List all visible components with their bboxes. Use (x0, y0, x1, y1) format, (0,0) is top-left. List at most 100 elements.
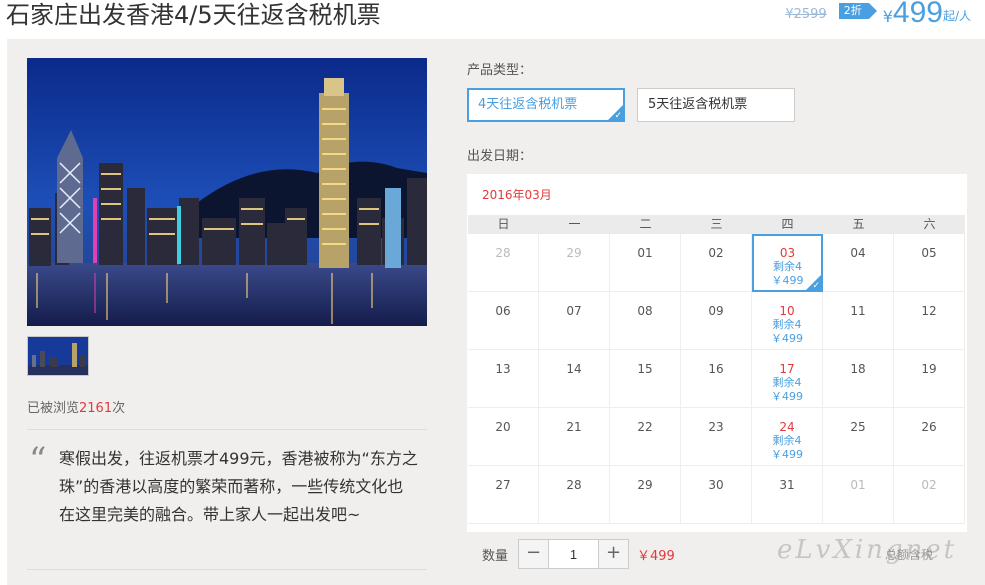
calendar-day[interactable]: 17 剩余4 ￥499 (752, 350, 823, 408)
calendar-day: 21 (539, 408, 610, 466)
views-number: 2161 (79, 401, 113, 416)
day-number: 01 (637, 246, 653, 260)
day-number: 20 (495, 420, 511, 434)
quote-icon: “ (29, 440, 47, 480)
calendar-day: 02 (894, 466, 965, 524)
seats-remaining: 剩余4 (773, 260, 802, 273)
day-number: 12 (921, 304, 937, 318)
day-number: 02 (921, 478, 937, 492)
thumbnail-image[interactable] (27, 336, 89, 376)
quantity-stepper: − + (518, 539, 629, 569)
day-number: 02 (708, 246, 724, 260)
divider (27, 429, 427, 430)
description-text: 寒假出发，往返机票才499元，香港被称为“东方之珠”的香港以高度的繁荣而著称，一… (59, 449, 418, 524)
day-number: 21 (566, 420, 582, 434)
calendar-day: 01 (610, 234, 681, 292)
seats-remaining: 剩余4 (772, 376, 802, 389)
calendar-day: 13 (468, 350, 539, 408)
checkmark-icon: ✓ (812, 281, 820, 291)
increase-button[interactable]: + (598, 540, 628, 568)
day-number: 29 (637, 478, 653, 492)
views-suffix: 次 (112, 401, 126, 416)
original-price: ¥2599 (785, 7, 827, 22)
day-price: ￥499 (771, 390, 803, 403)
day-number: 24 (779, 420, 795, 434)
day-price: ￥499 (771, 448, 803, 461)
option-5-day[interactable]: 5天往返含税机票 (637, 88, 795, 122)
calendar-day: 27 (468, 466, 539, 524)
day-number: 01 (850, 478, 866, 492)
day-number: 04 (850, 246, 866, 260)
product-type-label: 产品类型： (467, 63, 533, 78)
page-title: 石家庄出发香港4/5天往返含税机票 (6, 1, 381, 29)
calendar-day[interactable]: 10 剩余4 ￥499 (752, 292, 823, 350)
day-number: 16 (708, 362, 724, 376)
weekday-label: 二 (639, 217, 652, 231)
option-4-day[interactable]: 4天往返含税机票 ✓ (467, 88, 625, 122)
day-number: 23 (708, 420, 724, 434)
calendar-day: 23 (681, 408, 752, 466)
calendar-day: 14 (539, 350, 610, 408)
day-number: 15 (637, 362, 653, 376)
calendar-day: 15 (610, 350, 681, 408)
calendar-day: 16 (681, 350, 752, 408)
day-number: 08 (637, 304, 653, 318)
calendar-grid: 28 29 01 02 03 剩余4 ￥499 ✓ 04 05 06 07 08 09 10 剩余4 ￥499 1… (468, 234, 965, 524)
discount-badge: 2折 (838, 3, 877, 19)
divider (27, 569, 427, 570)
day-number: 29 (566, 246, 582, 260)
day-number: 22 (637, 420, 653, 434)
price-area: ¥2599 2折 ¥ 499 起/人 (785, 0, 971, 30)
calendar-day[interactable]: 24 剩余4 ￥499 (752, 408, 823, 466)
day-price: ￥499 (771, 332, 803, 345)
calendar-day: 26 (894, 408, 965, 466)
hong-kong-skyline-image (27, 58, 427, 326)
calendar-day: 19 (894, 350, 965, 408)
calendar-day: 07 (539, 292, 610, 350)
day-number: 27 (495, 478, 511, 492)
day-number: 19 (921, 362, 937, 376)
day-number: 28 (495, 246, 511, 260)
weekday-label: 五 (852, 217, 865, 231)
calendar-day: 18 (823, 350, 894, 408)
decrease-button[interactable]: − (519, 540, 549, 568)
day-number: 25 (850, 420, 866, 434)
day-number: 11 (850, 304, 866, 318)
day-number: 13 (495, 362, 511, 376)
calendar-day: 31 (752, 466, 823, 524)
calendar-day: 29 (610, 466, 681, 524)
currency-symbol: ¥ (882, 7, 893, 26)
weekday-label: 三 (710, 217, 723, 231)
calendar-day: 20 (468, 408, 539, 466)
calendar-day: 06 (468, 292, 539, 350)
views-prefix: 已被浏览 (27, 401, 80, 416)
seats-remaining: 剩余4 (772, 318, 802, 331)
price-unit: 起/人 (942, 9, 971, 23)
calendar-day: 05 (894, 234, 965, 292)
calendar-day: 01 (823, 466, 894, 524)
title-row: 石家庄出发香港4/5天往返含税机票 ¥2599 2折 ¥ 499 起/人 (0, 0, 985, 38)
quantity-row: 数量 − + ￥499 总额含税 eLvXingnet (467, 532, 967, 577)
quantity-input[interactable] (549, 540, 598, 568)
day-number: 28 (566, 478, 582, 492)
calendar-day: 28 (468, 234, 539, 292)
calendar-day[interactable]: 03 剩余4 ￥499 ✓ (752, 234, 823, 292)
day-number: 10 (779, 304, 795, 318)
calendar-day: 25 (823, 408, 894, 466)
calendar-day: 28 (539, 466, 610, 524)
weekday-label: 六 (923, 217, 936, 231)
calendar-day: 29 (539, 234, 610, 292)
watermark: eLvXingnet (777, 535, 958, 565)
weekday-label: 日 (497, 217, 510, 231)
departure-date-label: 出发日期： (467, 149, 533, 164)
day-number: 17 (779, 362, 795, 376)
day-number: 07 (566, 304, 582, 318)
calendar-day: 22 (610, 408, 681, 466)
calendar-day: 12 (894, 292, 965, 350)
calendar-month: 2016年03月 (482, 188, 552, 202)
weekday-header: 日一二三四五六 (468, 215, 965, 234)
checkmark-icon: ✓ (614, 111, 622, 121)
day-number: 31 (779, 478, 795, 492)
day-number: 06 (495, 304, 511, 318)
seats-remaining: 剩余4 (772, 434, 802, 447)
